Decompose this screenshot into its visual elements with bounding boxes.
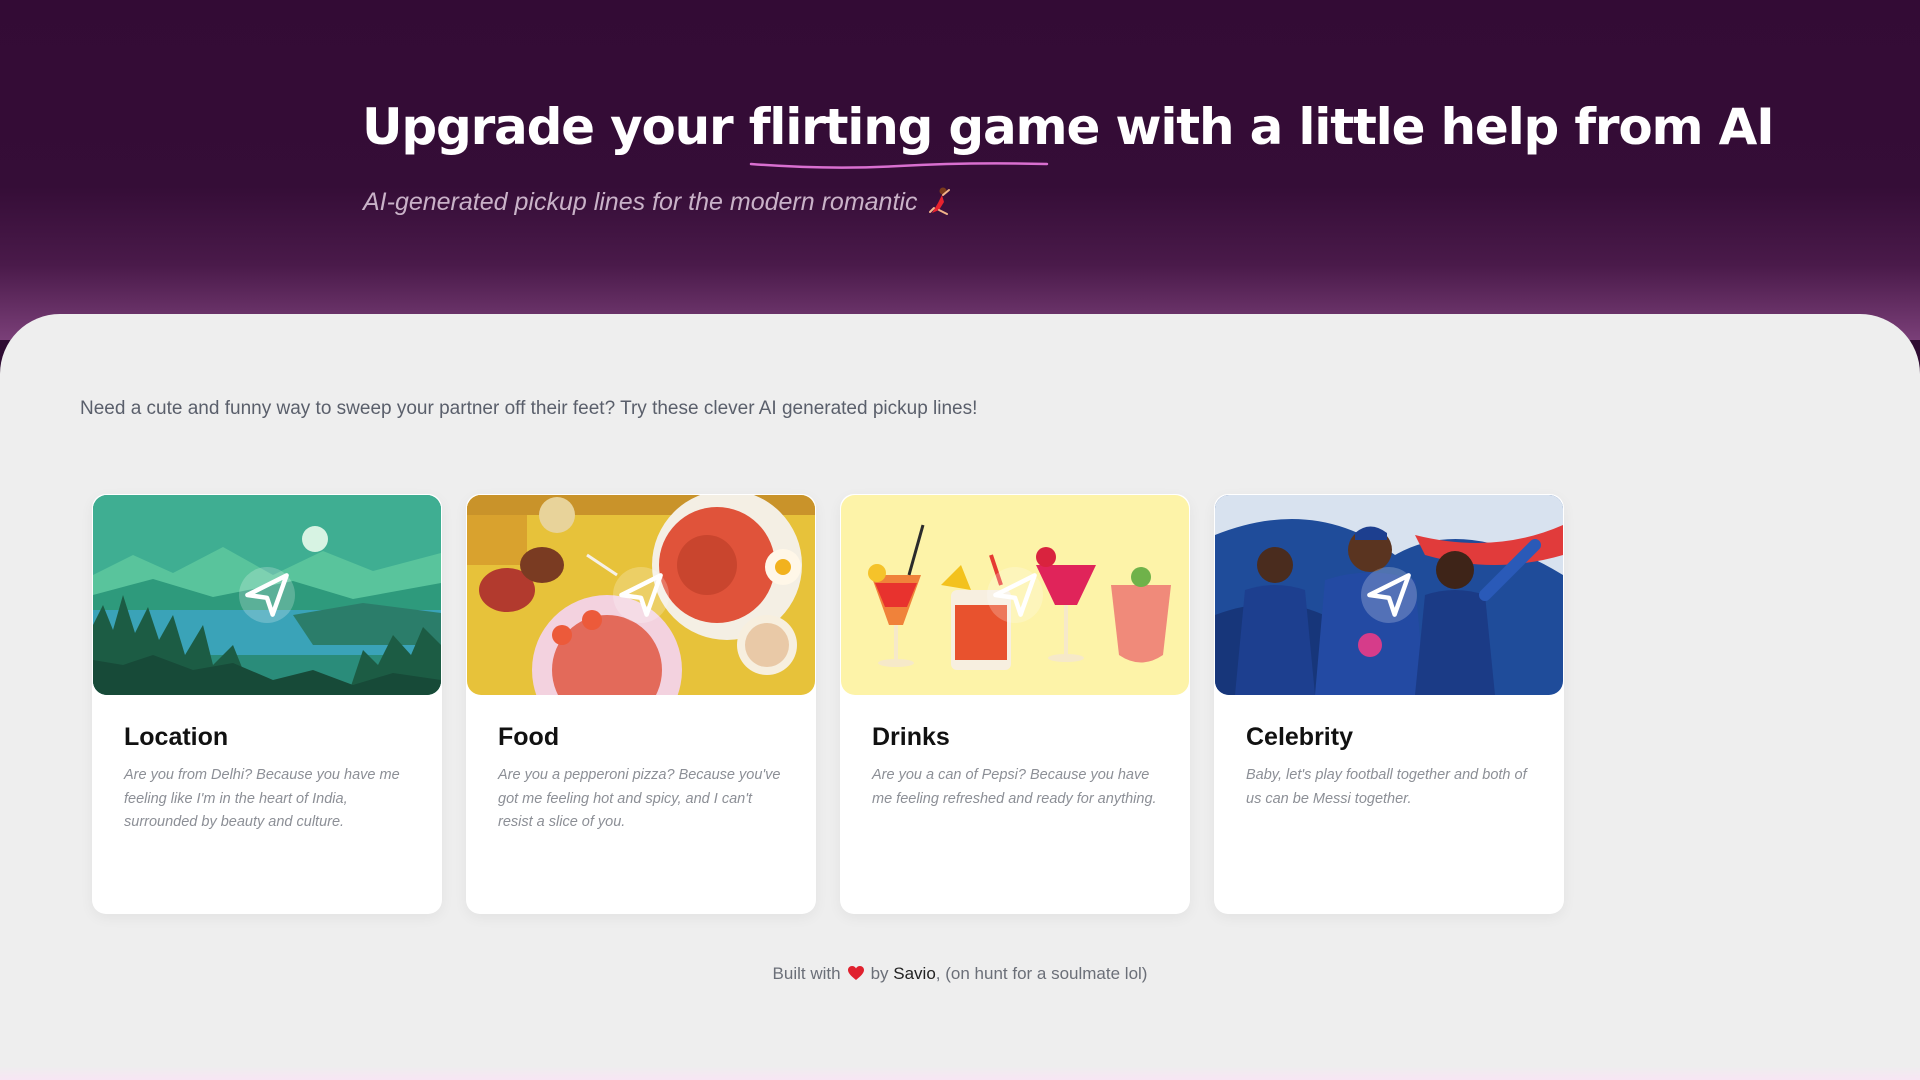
footer-suffix: , (on hunt for a soulmate lol) xyxy=(935,964,1148,983)
send-icon xyxy=(993,573,1037,617)
card-food-send-button[interactable] xyxy=(613,567,669,623)
main-panel: Need a cute and funny way to sweep your … xyxy=(0,314,1920,1080)
card-drinks-image xyxy=(841,495,1189,695)
card-celebrity[interactable]: Celebrity Baby, let's play football toge… xyxy=(1214,494,1564,914)
card-food-text: Are you a pepperoni pizza? Because you'v… xyxy=(498,767,781,830)
card-food-image xyxy=(467,495,815,695)
send-icon xyxy=(1367,573,1411,617)
footer-by: by xyxy=(870,964,889,983)
send-icon xyxy=(619,573,663,617)
card-celebrity-image xyxy=(1215,495,1563,695)
card-drinks[interactable]: Drinks Are you a can of Pepsi? Because y… xyxy=(840,494,1190,914)
footer-credit: Built with by Savio, (on hunt for a soulm… xyxy=(0,964,1920,984)
card-location-title: Location xyxy=(124,723,229,751)
card-drinks-send-button[interactable] xyxy=(987,567,1043,623)
card-celebrity-text: Baby, let's play football together and b… xyxy=(1246,767,1527,807)
card-location[interactable]: Location Are you from Delhi? Because you… xyxy=(92,494,442,914)
footer-author-link[interactable]: Savio xyxy=(893,964,936,983)
card-drinks-title: Drinks xyxy=(872,723,950,751)
hero-title-after: with a little help from AI xyxy=(1099,98,1774,156)
card-location-image xyxy=(93,495,441,695)
send-icon xyxy=(245,573,289,617)
intro-text: Need a cute and funny way to sweep your … xyxy=(80,398,978,419)
hero-title-before: Upgrade your xyxy=(362,98,749,156)
card-celebrity-send-button[interactable] xyxy=(1361,567,1417,623)
squiggle-underline-icon xyxy=(749,162,1048,169)
footer-prefix: Built with xyxy=(772,964,841,983)
hero-title: Upgrade your flirting game with a little… xyxy=(362,98,1775,169)
card-food[interactable]: Food Are you a pepperoni pizza? Because … xyxy=(466,494,816,914)
card-drinks-text: Are you a can of Pepsi? Because you have… xyxy=(872,767,1157,807)
hero-subtitle: AI-generated pickup lines for the modern… xyxy=(363,186,953,217)
hero-title-highlight: flirting game xyxy=(749,98,1100,169)
hero-header: Upgrade your flirting game with a little… xyxy=(0,0,1920,340)
card-location-text: Are you from Delhi? Because you have me … xyxy=(124,767,400,830)
card-location-send-button[interactable] xyxy=(239,567,295,623)
heart-icon xyxy=(847,966,864,980)
card-celebrity-title: Celebrity xyxy=(1246,723,1353,751)
dancer-icon xyxy=(929,187,951,215)
card-food-title: Food xyxy=(498,723,560,751)
bottom-glow xyxy=(0,1066,1920,1080)
